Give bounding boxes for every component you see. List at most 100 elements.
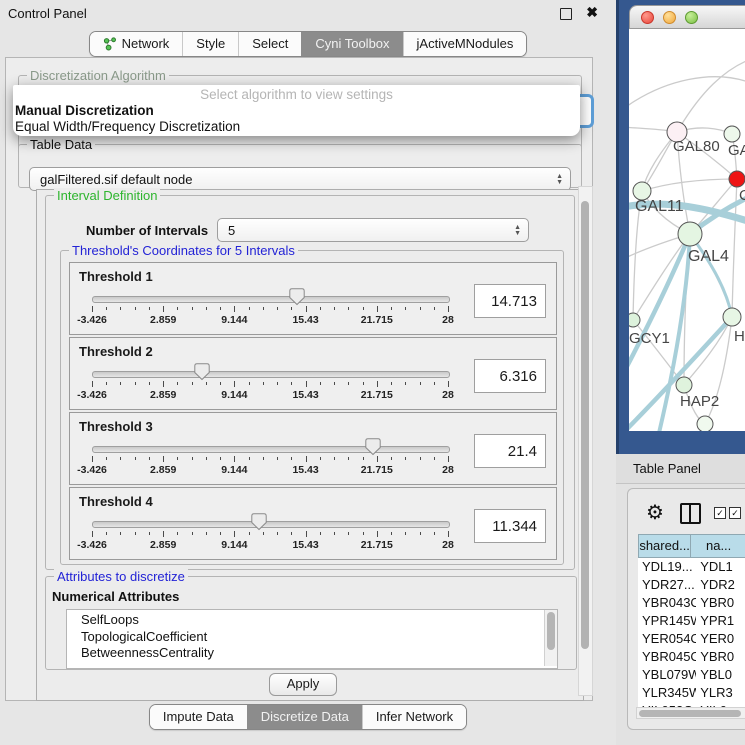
network-node-h[interactable] [723,308,741,326]
table-cell[interactable]: YBL0 [696,666,745,684]
popup-option-manual-discretization[interactable]: Manual Discretization [13,103,580,119]
table-panel-title: Table Panel [633,461,701,476]
table-cell[interactable]: YLR3 [696,684,745,702]
slider-tick [377,306,378,312]
network-edge[interactable] [732,179,737,317]
tab-style[interactable]: Style [182,32,238,56]
network-node-gal4[interactable] [678,222,702,246]
slider-tick [291,382,292,385]
node-attribute-table[interactable]: shared... na... YDL19...YDL1YDR27...YDR2… [638,534,745,707]
panel-vertical-scrollbar[interactable] [578,186,593,696]
table-cell[interactable]: YBR0 [696,594,745,612]
threshold-2-value-field[interactable]: 6.316 [474,359,546,393]
network-edge[interactable] [677,59,745,132]
popup-placeholder-option[interactable]: Select algorithm to view settings [13,85,580,103]
network-window-titlebar [629,5,745,29]
table-cell[interactable]: YER054C [638,630,696,648]
slider-tick-label: 28 [442,539,454,551]
slider-tick-label: 28 [442,389,454,401]
slider-tick [277,307,278,310]
network-edge[interactable] [642,179,737,191]
slider-tick-label: -3.426 [77,464,107,476]
slider-tick [149,307,150,310]
minimize-traffic-light-icon[interactable] [663,11,676,24]
table-cell[interactable]: YPR145W [638,612,696,630]
numerical-attributes-list[interactable]: SelfLoopsTopologicalCoefficientBetweenne… [66,609,558,669]
table-cell[interactable]: YBL079W [638,666,696,684]
network-node-gcy1[interactable] [629,313,640,327]
table-row[interactable]: YDL19...YDL1 [638,558,745,576]
zoom-traffic-light-icon[interactable] [685,11,698,24]
column-header-name[interactable]: na... [690,534,745,558]
control-panel-titlebar: Control Panel ✖ [0,0,616,26]
network-node-hap2[interactable] [676,377,692,393]
table-cell[interactable]: YER0 [696,630,745,648]
network-node[interactable] [697,416,713,431]
table-cell[interactable]: YPR1 [696,612,745,630]
threshold-1-slider-track[interactable] [92,296,450,303]
slider-tick [434,532,435,535]
threshold-4-slider-thumb[interactable] [251,513,267,531]
threshold-3-slider-track[interactable] [92,446,450,453]
network-view-canvas[interactable]: GAL80GACGAL11GAL4GCY1HHAP2 [629,29,745,431]
threshold-1-value-field[interactable]: 14.713 [474,284,546,318]
network-edge[interactable] [629,77,745,109]
threshold-4-value-field[interactable]: 11.344 [474,509,546,543]
tab-impute-data[interactable]: Impute Data [150,705,247,729]
attribute-list-item[interactable]: TopologicalCoefficient [81,629,557,646]
thresholds-group: Threshold's Coordinates for 5 Intervals … [60,250,564,565]
table-cell[interactable]: YBR043C [638,594,696,612]
popup-option-equal-width-frequency[interactable]: Equal Width/Frequency Discretization [13,119,580,135]
close-icon[interactable]: ✖ [586,4,598,21]
table-cell[interactable]: YDL19... [638,558,696,576]
slider-tick [448,531,449,537]
table-cell[interactable]: YDR2 [696,576,745,594]
attribute-list-item[interactable]: BetweennessCentrality [81,645,557,662]
table-row[interactable]: YER054CYER0 [638,630,745,648]
apply-button[interactable]: Apply [269,673,337,696]
table-cell[interactable]: YLR345W [638,684,696,702]
checkbox-icon[interactable]: ✓ [714,507,726,519]
table-cell[interactable]: YBR045C [638,648,696,666]
list-vertical-scrollbar[interactable] [544,610,557,666]
network-node-c[interactable] [729,171,745,187]
float-window-icon[interactable] [560,8,572,20]
table-row[interactable]: YBR045CYBR0 [638,648,745,666]
split-columns-icon[interactable] [680,503,701,524]
tab-network[interactable]: Network [90,32,183,56]
slider-tick [92,456,93,462]
slider-tick [234,456,235,462]
tab-discretize-data[interactable]: Discretize Data [247,705,362,729]
threshold-2-slider-track[interactable] [92,371,450,378]
tab-jactivemnodules[interactable]: jActiveMNodules [403,32,527,56]
column-header-shared-name[interactable]: shared... [638,534,690,558]
checkbox-icon[interactable]: ✓ [729,507,741,519]
table-horizontal-scrollbar[interactable] [636,707,745,719]
threshold-3-slider-thumb[interactable] [365,438,381,456]
network-edge[interactable] [690,234,732,317]
tab-cyni-toolbox[interactable]: Cyni Toolbox [301,32,402,56]
slider-tick [234,531,235,537]
close-traffic-light-icon[interactable] [641,11,654,24]
table-cell[interactable]: YDR27... [638,576,696,594]
tab-select[interactable]: Select [238,32,301,56]
table-row[interactable]: YDR27...YDR2 [638,576,745,594]
table-cell[interactable]: YBR0 [696,648,745,666]
attribute-list-item[interactable]: SelfLoops [81,612,557,629]
network-node-ga[interactable] [724,126,740,142]
table-row[interactable]: YLR345WYLR3 [638,684,745,702]
table-row[interactable]: YBR043CYBR0 [638,594,745,612]
threshold-4-slider-track[interactable] [92,521,450,528]
table-row[interactable]: YPR145WYPR1 [638,612,745,630]
network-edge[interactable] [690,234,732,317]
threshold-2-slider-thumb[interactable] [194,363,210,381]
table-row[interactable]: YBL079WYBL0 [638,666,745,684]
gear-icon[interactable]: ⚙ [646,500,664,525]
threshold-4-label: Threshold 4 [79,494,153,509]
table-cell[interactable]: YDL1 [696,558,745,576]
threshold-1-slider-thumb[interactable] [289,288,305,306]
slider-tick [177,382,178,385]
tab-infer-network[interactable]: Infer Network [362,705,466,729]
number-of-intervals-combo[interactable]: 5 ▲▼ [217,218,529,242]
threshold-3-value-field[interactable]: 21.4 [474,434,546,468]
